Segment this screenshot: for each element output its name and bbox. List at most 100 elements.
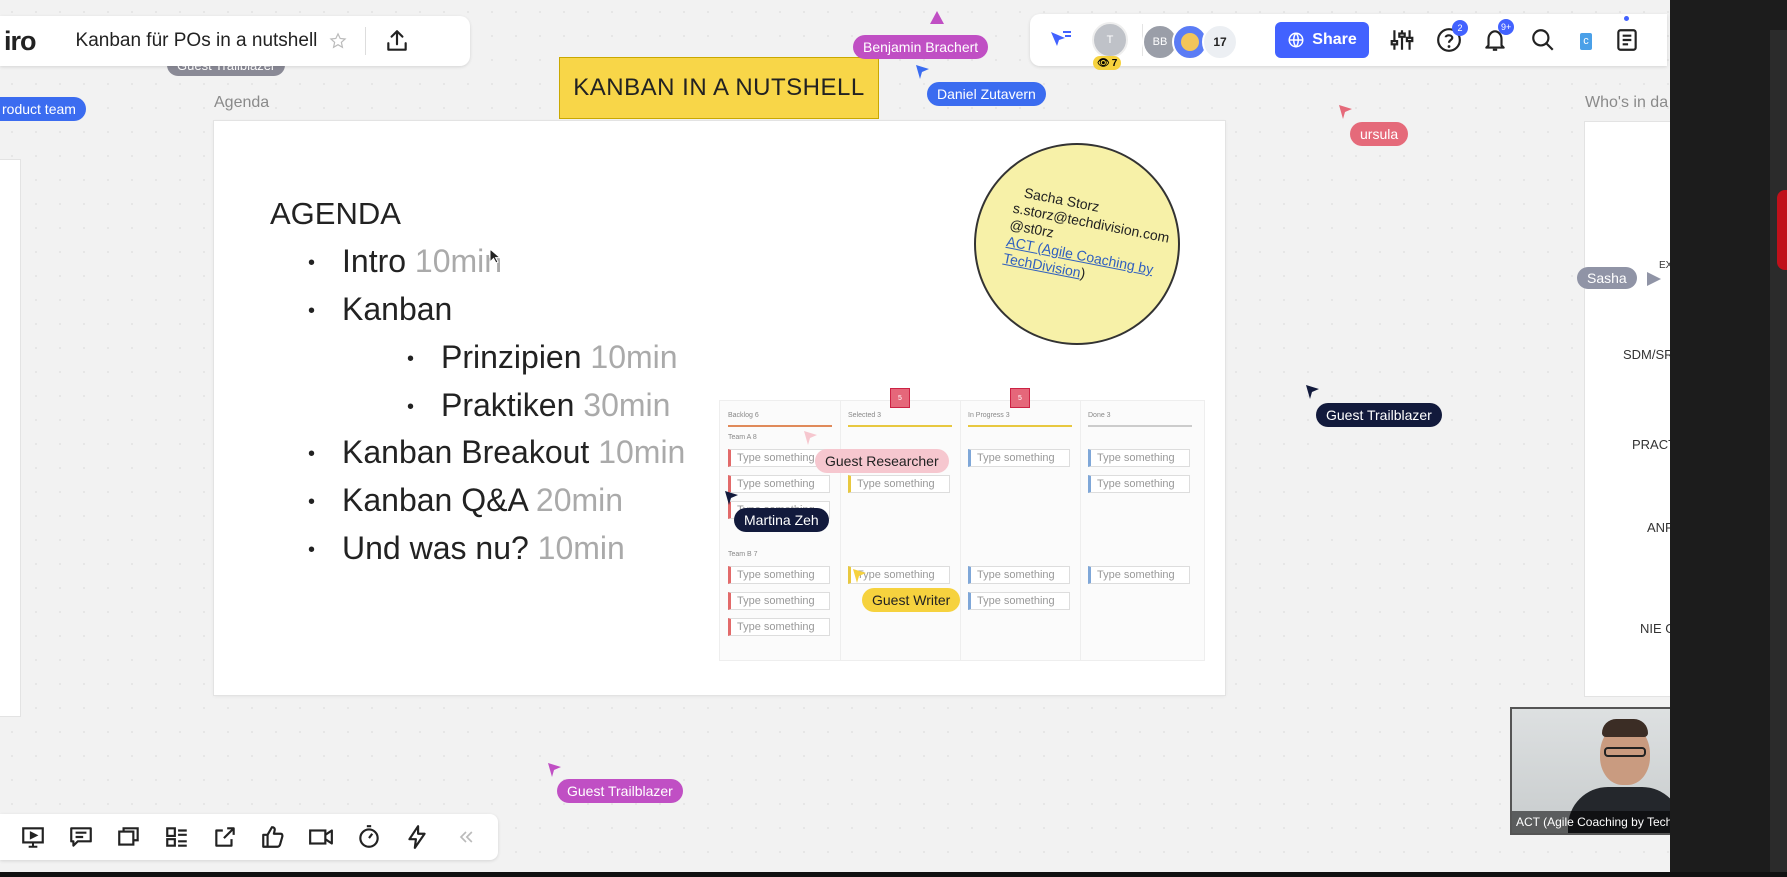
cards-icon[interactable] <box>116 824 142 850</box>
agenda-item-label: Kanban <box>342 291 453 327</box>
side-strip <box>1770 30 1787 877</box>
kanban-card[interactable]: Type something <box>728 618 830 636</box>
frame-text: PRACT <box>1632 437 1670 452</box>
kanban-card[interactable]: Type something <box>968 592 1070 610</box>
collaborator-cursor-guest-writer: Guest Writer <box>862 588 961 612</box>
bullet: • <box>308 443 316 465</box>
lightning-icon[interactable] <box>404 824 430 850</box>
agenda-subitem: • Praktiken 30min <box>407 387 671 424</box>
kanban-card[interactable]: Type something <box>1088 449 1190 467</box>
mouse-pointer-icon <box>489 248 502 264</box>
collaborator-cursor-martina: Martina Zeh <box>734 508 829 532</box>
kanban-card[interactable]: Type something <box>848 475 950 493</box>
search-icon[interactable] <box>1530 27 1556 53</box>
kanban-card[interactable]: Type something <box>968 566 1070 584</box>
video-person-hair <box>1602 719 1648 737</box>
viewers-badge[interactable]: 👁 7 <box>1093 56 1122 70</box>
pinned-sticky[interactable]: 5 <box>890 388 910 408</box>
bullet: • <box>308 252 316 274</box>
column-header-done: Done 3 <box>1088 412 1111 419</box>
frame-text: EX <box>1659 260 1670 271</box>
frame-label-agenda[interactable]: Agenda <box>214 94 269 112</box>
collaborators-count[interactable]: 17 <box>1202 24 1238 60</box>
collaboration-bottom-toolbar <box>0 814 498 860</box>
timer-icon[interactable] <box>356 824 382 850</box>
bullet: • <box>308 491 316 513</box>
agenda-item-duration: 10min <box>537 530 625 566</box>
collaborator-cursor-guest-trailblazer-bottom: Guest Trailblazer <box>557 779 683 803</box>
agenda-item: • Kanban <box>308 291 453 328</box>
right-dark-panel <box>1670 0 1787 877</box>
collaborator-cursor-sasha: Sasha <box>1577 267 1637 289</box>
agenda-subitem: • Prinzipien 10min <box>407 339 678 376</box>
thumbs-up-icon[interactable] <box>260 824 286 850</box>
help-badge: 2 <box>1452 20 1468 36</box>
star-icon[interactable] <box>329 32 347 50</box>
agenda-item-label: Kanban Breakout <box>342 434 590 470</box>
collaborator-cursor-daniel: Daniel Zutavern <box>927 82 1046 106</box>
cursor-arrow-icon <box>1339 105 1352 119</box>
divider <box>365 27 367 55</box>
cursor-arrow-icon <box>725 491 738 505</box>
collapse-chevron-icon[interactable] <box>456 827 476 847</box>
kanban-card[interactable]: Type something <box>728 592 830 610</box>
share-out-icon[interactable] <box>212 824 238 850</box>
column-header-selected: Selected 3 <box>848 412 882 419</box>
viewers-count: 7 <box>1111 57 1118 69</box>
avatar[interactable]: T <box>1092 22 1128 58</box>
presentation-icon[interactable] <box>20 824 46 850</box>
eye-icon: 👁 <box>1097 57 1110 69</box>
pinned-sticky[interactable]: 5 <box>1010 388 1030 408</box>
agenda-item-label: Praktiken <box>441 387 575 423</box>
frame-label-product-team[interactable]: roduct team <box>0 97 86 121</box>
partially-hidden-button[interactable]: c <box>1580 33 1592 50</box>
column-color-line <box>968 425 1072 427</box>
kanban-card[interactable]: Type something <box>1088 475 1190 493</box>
cursor-arrow-icon <box>1647 272 1661 286</box>
agenda-item-duration: 10min <box>590 339 678 375</box>
title-sticky-note[interactable]: KANBAN IN A NUTSHELL <box>559 57 879 119</box>
column-color-line <box>848 425 952 427</box>
cursor-arrow-icon <box>548 763 561 777</box>
agenda-item: • Intro 10min <box>308 243 502 280</box>
board-canvas[interactable]: roduct team Agenda AGENDA • Intro 10min … <box>0 0 1670 872</box>
agenda-item-duration: 20min <box>535 482 624 518</box>
video-call-tile[interactable]: ACT (Agile Coaching by TechDiv... <box>1510 707 1670 835</box>
agenda-item-duration: 30min <box>583 387 671 423</box>
kanban-card[interactable]: Type something <box>728 475 830 493</box>
cursor-filter-icon[interactable] <box>1047 28 1073 52</box>
board-title[interactable]: Kanban für POs in a nutshell <box>76 30 318 52</box>
column-color-line <box>728 425 832 427</box>
collaborator-cursor-ursula: ursula <box>1350 122 1409 146</box>
whos-in-frame[interactable]: EX SDM/SR PRACT ANF NIE G <box>1585 122 1670 696</box>
collaborator-cursor-guest-trailblazer: Guest Trailblazer <box>1316 403 1442 427</box>
kanban-card[interactable]: Type something <box>1088 566 1190 584</box>
kanban-list-icon[interactable] <box>164 824 190 850</box>
board-header: iro Kanban für POs in a nutshell <box>0 16 470 66</box>
frame-text: SDM/SR <box>1623 347 1670 362</box>
comments-icon[interactable] <box>68 824 94 850</box>
side-red-tab <box>1777 190 1787 270</box>
settings-sliders-icon[interactable] <box>1389 27 1415 53</box>
agenda-item-label: Kanban Q&A <box>342 482 528 518</box>
cursor-arrow-icon <box>930 11 944 24</box>
column-divider <box>1080 401 1081 660</box>
notes-indicator-dot <box>1624 16 1629 21</box>
kanban-card[interactable]: Type something <box>728 566 830 584</box>
cursor-arrow-icon <box>853 569 866 583</box>
bullet: • <box>407 396 415 418</box>
collaboration-toolbar: T 👁 7 BB 17 Share 2 9+ c <box>1030 14 1667 70</box>
share-button[interactable]: Share <box>1275 22 1369 58</box>
frame-label-whos-in[interactable]: Who's in da <box>1585 94 1668 112</box>
cursor-arrow-icon <box>916 65 929 79</box>
contact-circle-shape[interactable]: Sacha Storz s.storz@techdivision.com @st… <box>974 143 1180 345</box>
cursor-arrow-icon <box>1306 385 1319 399</box>
video-call-icon[interactable] <box>308 824 334 850</box>
kanban-card[interactable]: Type something <box>968 449 1070 467</box>
export-upload-icon[interactable] <box>384 28 410 54</box>
agenda-item-label: Prinzipien <box>441 339 582 375</box>
column-header-backlog: Backlog 6 <box>728 412 759 419</box>
left-frame[interactable] <box>0 160 20 716</box>
app-logo[interactable]: iro <box>4 26 37 57</box>
board-notes-icon[interactable] <box>1614 27 1640 53</box>
